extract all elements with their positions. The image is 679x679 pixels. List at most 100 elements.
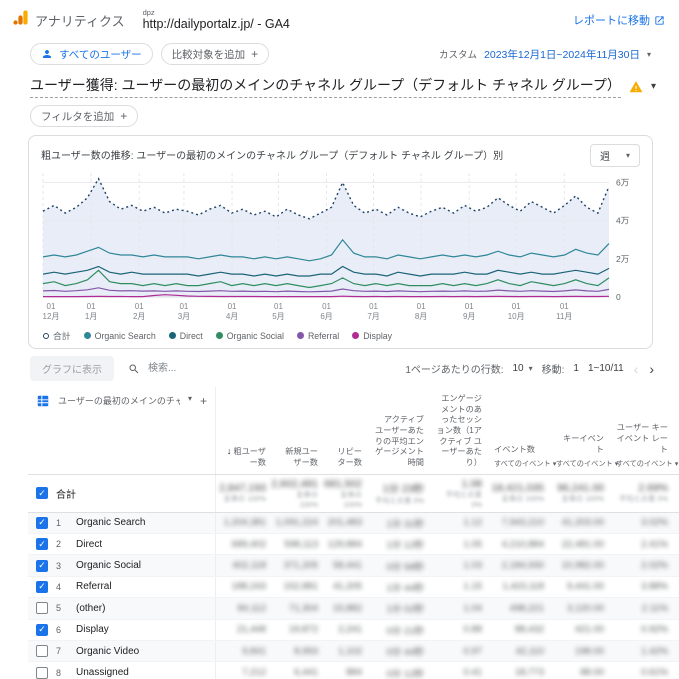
column-header[interactable]: エンゲージメントのあったセッション数（1アクティブ ユーザーあたり）	[430, 387, 488, 474]
row-value-cell: 1分 02秒	[368, 598, 430, 618]
row-checkbox[interactable]: ✓	[36, 538, 48, 551]
row-value-cell: 689,402	[216, 534, 272, 554]
row-value: 0分 12秒	[386, 668, 425, 679]
row-value: 3.88%	[641, 581, 668, 593]
row-value-cell: 0分 21秒	[368, 620, 430, 640]
svg-text:6万: 6万	[616, 178, 629, 188]
add-filter-label: フィルタを追加	[41, 110, 115, 123]
property-short-name: dpz	[142, 7, 155, 17]
row-value-cell: 188,243	[216, 577, 272, 597]
row-value: 71,304	[288, 602, 318, 614]
table-search[interactable]	[128, 362, 276, 375]
chevron-down-icon: ▾	[625, 151, 630, 160]
go-to-report-link[interactable]: レポートに移動	[573, 12, 665, 28]
totals-subvalue: 平均との差 0%	[445, 489, 482, 509]
table-toolbar: グラフに表示 1ページあたりの行数: 10 ▾ 移動: 1 1~10/11 ‹ …	[30, 356, 655, 381]
event-scope-select[interactable]: すべてのイベント ▾	[494, 459, 556, 468]
trend-chart[interactable]: 02万4万6万0112月011月012月013月014月015月016月017月…	[41, 167, 640, 323]
row-checkbox[interactable]: ✓	[36, 559, 48, 572]
column-header[interactable]: キーイベント すべてのイベント ▾	[550, 387, 618, 474]
totals-value-cell: 1分 23秒 平均との差 0%	[368, 475, 430, 512]
row-value: 1.03	[463, 560, 483, 572]
totals-value: 1.08	[461, 477, 482, 490]
row-checkbox[interactable]: ✓	[36, 487, 48, 500]
column-header[interactable]: ユーザー キーイベント レート すべてのイベント ▾	[610, 387, 678, 474]
row-value-cell: 1,102	[324, 641, 368, 661]
row-value-cell: 6,441	[272, 662, 324, 679]
row-value: 1.12	[463, 517, 483, 529]
row-value-cell: 21,448	[216, 620, 272, 640]
row-checkbox[interactable]	[36, 602, 48, 615]
add-dimension-icon[interactable]: +	[200, 394, 207, 408]
row-value: 19,872	[288, 624, 318, 636]
totals-value-cell: 18,421,035 全体の 100%	[488, 475, 550, 512]
show-in-graph-button[interactable]: グラフに表示	[30, 356, 114, 381]
row-value: 2,241	[338, 624, 362, 636]
svg-text:01: 01	[465, 302, 474, 311]
row-value: 1.04	[463, 602, 483, 614]
row-name-cell: 7 Organic Video	[28, 640, 216, 662]
row-value-cell: 9,441.00	[550, 577, 610, 597]
chart-card: 粗ユーザー数の推移: ユーザーの最初のメインのチャネル グループ（デフォルト チ…	[28, 135, 653, 349]
next-page-icon[interactable]: ›	[648, 362, 655, 376]
title-chevron-down-icon[interactable]: ▾	[651, 81, 656, 92]
top-bar: アナリティクス dpz http://dailyportalz.jp/ - GA…	[0, 0, 679, 38]
column-header[interactable]: リピーター数	[324, 387, 368, 474]
row-value-cell: 0分 58秒	[368, 555, 430, 575]
rows-per-page-select[interactable]: 10 ▾	[512, 363, 532, 374]
svg-text:01: 01	[228, 302, 237, 311]
page-title[interactable]: ユーザー獲得: ユーザーの最初のメインのチャネル グループ（デフォルト チャネル…	[30, 75, 621, 98]
row-value-cell: 3,120.00	[550, 598, 610, 618]
row-value: 2,184,930	[501, 560, 544, 572]
row-checkbox[interactable]	[36, 645, 48, 658]
row-value: 22,481.00	[561, 538, 604, 550]
property-selector[interactable]: dpz http://dailyportalz.jp/ - GA4	[142, 7, 290, 32]
svg-text:01: 01	[560, 302, 569, 311]
goto-page-value[interactable]: 1	[573, 363, 579, 374]
row-checkbox[interactable]: ✓	[36, 623, 48, 636]
column-header[interactable]: イベント数 すべてのイベント ▾	[488, 387, 556, 474]
row-checkbox[interactable]: ✓	[36, 516, 48, 529]
row-value-cell: 129,884	[324, 534, 368, 554]
date-range-picker[interactable]: カスタム 2023年12月1日~2024年11月30日 ▾	[439, 47, 651, 62]
add-filter-chip[interactable]: フィルタを追加 +	[30, 105, 139, 127]
svg-text:01: 01	[135, 302, 144, 311]
event-scope-select[interactable]: すべてのイベント ▾	[616, 459, 678, 468]
chart-area[interactable]: 0 2万 4万 6万 01 12月 01 1月 01 2月 01 3月 01 4月 01 5月 01 6月 01 7月…	[41, 167, 640, 328]
row-value: 1,102	[338, 645, 362, 657]
row-value-cell: 1.12	[430, 513, 488, 533]
all-users-chip[interactable]: すべてのユーザー	[30, 43, 153, 65]
add-comparison-chip[interactable]: 比較対象を追加 +	[160, 43, 270, 65]
row-value: 0分 58秒	[386, 561, 425, 573]
rows-per-page-value: 10	[512, 363, 524, 374]
legend-swatch-icon	[43, 332, 49, 339]
row-value: 58,441	[332, 560, 362, 572]
report-title-row: ユーザー獲得: ユーザーの最初のメインのチャネル グループ（デフォルト チャネル…	[30, 75, 656, 98]
row-number: 6	[56, 624, 62, 635]
row-value: 188,243	[231, 581, 266, 593]
prev-page-icon[interactable]: ‹	[633, 362, 640, 376]
row-value-cell: 1,091,224	[272, 513, 324, 533]
row-checkbox[interactable]	[36, 666, 48, 679]
column-header[interactable]: 新規ユーザー数	[272, 387, 324, 474]
search-input[interactable]	[146, 362, 276, 375]
event-scope-select[interactable]: すべてのイベント ▾	[556, 459, 618, 468]
go-to-report-label: レポートに移動	[573, 15, 650, 27]
column-header[interactable]: アクティブ ユーザーあたりの平均エンゲージメント時間	[368, 387, 430, 474]
warning-icon[interactable]	[629, 80, 643, 94]
svg-text:01: 01	[179, 302, 188, 311]
legend-swatch-icon	[168, 332, 176, 339]
legend-item: Display	[352, 331, 392, 341]
row-value-cell: 84,112	[216, 598, 272, 618]
row-value: 1,204,381	[223, 517, 266, 529]
svg-text:01: 01	[274, 302, 283, 311]
plus-icon: +	[120, 109, 128, 123]
legend-swatch-icon	[352, 332, 360, 339]
column-header[interactable]: ↓ 粗ユーザー数	[216, 387, 272, 474]
row-value-cell: 19,872	[272, 620, 324, 640]
row-checkbox[interactable]: ✓	[36, 580, 48, 593]
dimension-column-header[interactable]: ユーザーの最初のメインのチャネ...ォルト チャネル グループ) ▾ +	[28, 387, 216, 474]
totals-value: 681,502	[324, 477, 362, 490]
interval-select[interactable]: 週 ▾	[589, 144, 640, 167]
row-value: 1.42%	[641, 645, 668, 657]
